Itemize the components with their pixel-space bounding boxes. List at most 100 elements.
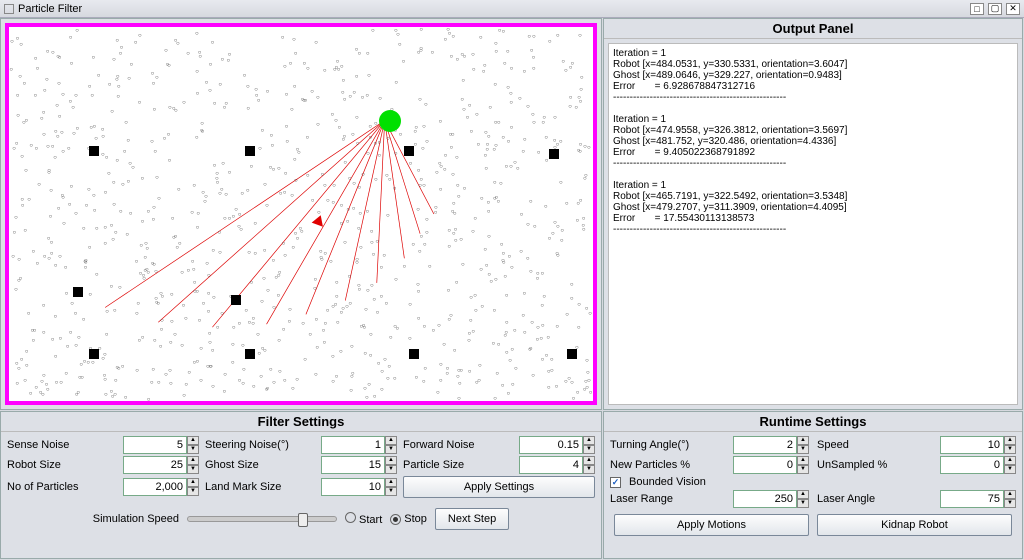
no-particles-input[interactable] — [123, 478, 187, 496]
particle: ○ — [577, 302, 581, 308]
particle: ○ — [246, 84, 250, 90]
spin-down-icon[interactable]: ▼ — [1004, 499, 1016, 508]
particle: ○ — [564, 68, 568, 74]
speed-input[interactable] — [940, 436, 1004, 454]
spin-down-icon[interactable]: ▼ — [797, 499, 809, 508]
particle: ○ — [587, 145, 591, 151]
particle: ○ — [355, 257, 359, 263]
laser-range-input[interactable] — [733, 490, 797, 508]
particle: ○ — [339, 221, 343, 227]
particle: ○ — [428, 264, 432, 270]
spin-down-icon[interactable]: ▼ — [797, 465, 809, 474]
particle: ○ — [500, 242, 504, 248]
forward-noise-input[interactable] — [519, 436, 583, 454]
particle: ○ — [527, 34, 531, 40]
sense-noise-input[interactable] — [123, 436, 187, 454]
particle: ○ — [118, 285, 122, 291]
particle: ○ — [502, 251, 506, 257]
particle: ○ — [18, 74, 22, 80]
particle: ○ — [25, 363, 29, 369]
particle: ○ — [447, 228, 451, 234]
particle: ○ — [166, 62, 170, 68]
particle: ○ — [282, 327, 286, 333]
particle: ○ — [447, 244, 451, 250]
particle: ○ — [246, 188, 250, 194]
particle: ○ — [119, 209, 123, 215]
particle: ○ — [112, 180, 116, 186]
particle: ○ — [396, 32, 400, 38]
spin-up-icon[interactable]: ▲ — [385, 478, 397, 487]
spin-down-icon[interactable]: ▼ — [187, 487, 199, 496]
spin-up-icon[interactable]: ▲ — [187, 436, 199, 445]
spin-up-icon[interactable]: ▲ — [1004, 490, 1016, 499]
slider-thumb[interactable] — [298, 513, 308, 527]
apply-settings-button[interactable]: Apply Settings — [403, 476, 595, 498]
particle: ○ — [311, 198, 315, 204]
spin-up-icon[interactable]: ▲ — [1004, 436, 1016, 445]
spin-down-icon[interactable]: ▼ — [385, 465, 397, 474]
spin-down-icon[interactable]: ▼ — [187, 465, 199, 474]
spin-up-icon[interactable]: ▲ — [583, 456, 595, 465]
spin-up-icon[interactable]: ▲ — [385, 456, 397, 465]
spin-down-icon[interactable]: ▼ — [187, 445, 199, 454]
particle: ○ — [532, 66, 536, 72]
particle: ○ — [529, 269, 533, 275]
spin-down-icon[interactable]: ▼ — [1004, 445, 1016, 454]
particle: ○ — [526, 256, 530, 262]
close-icon[interactable]: ✕ — [1006, 3, 1020, 15]
maximize-icon[interactable]: ▢ — [988, 3, 1002, 15]
spin-down-icon[interactable]: ▼ — [385, 445, 397, 454]
spin-up-icon[interactable]: ▲ — [797, 456, 809, 465]
particle: ○ — [110, 109, 114, 115]
spin-up-icon[interactable]: ▲ — [583, 436, 595, 445]
apply-motions-button[interactable]: Apply Motions — [614, 514, 809, 536]
spin-up-icon[interactable]: ▲ — [1004, 456, 1016, 465]
particle: ○ — [319, 255, 323, 261]
simulation-speed-slider[interactable] — [187, 516, 337, 522]
unsampled-input[interactable] — [940, 456, 1004, 474]
spin-down-icon[interactable]: ▼ — [583, 465, 595, 474]
spin-down-icon[interactable]: ▼ — [797, 445, 809, 454]
landmark-size-input[interactable] — [321, 478, 385, 496]
spin-down-icon[interactable]: ▼ — [583, 445, 595, 454]
minimize-icon[interactable]: □ — [970, 3, 984, 15]
spin-up-icon[interactable]: ▲ — [797, 490, 809, 499]
particle: ○ — [379, 294, 383, 300]
next-step-button[interactable]: Next Step — [435, 508, 509, 530]
particle: ○ — [191, 259, 195, 265]
particle: ○ — [424, 102, 428, 108]
particle: ○ — [357, 226, 361, 232]
simulation-canvas[interactable]: ○ ○ ○ ○ ○ ○ ○ ○ ○ ○ ○ ○ ○ ○ ○ ○ ○ ○ ○ ○ ○ ○ ○ ○ ○ ○ ○ ○ ○ ○ ○ ○ ○ ○ ○ ○ ○ ○ ○ ○… — [5, 23, 597, 405]
particle: ○ — [65, 291, 69, 297]
particle: ○ — [487, 209, 491, 215]
particle: ○ — [9, 67, 13, 73]
spin-up-icon[interactable]: ▲ — [797, 436, 809, 445]
particle: ○ — [69, 184, 73, 190]
steering-noise-input[interactable] — [321, 436, 385, 454]
particle-size-input[interactable] — [519, 456, 583, 474]
stop-radio[interactable] — [390, 514, 401, 525]
spin-up-icon[interactable]: ▲ — [187, 456, 199, 465]
particle: ○ — [14, 215, 18, 221]
spin-up-icon[interactable]: ▲ — [385, 436, 397, 445]
robot-size-input[interactable] — [123, 456, 187, 474]
stop-radio-label[interactable]: Stop — [390, 513, 427, 525]
particle: ○ — [548, 39, 552, 45]
new-particles-input[interactable] — [733, 456, 797, 474]
particle: ○ — [138, 100, 142, 106]
particle: ○ — [323, 251, 327, 257]
start-radio-label[interactable]: Start — [345, 512, 382, 526]
particle: ○ — [422, 379, 426, 385]
ghost-size-input[interactable] — [321, 456, 385, 474]
spin-down-icon[interactable]: ▼ — [1004, 465, 1016, 474]
turning-angle-input[interactable] — [733, 436, 797, 454]
kidnap-robot-button[interactable]: Kidnap Robot — [817, 514, 1012, 536]
start-radio[interactable] — [345, 512, 356, 523]
bounded-vision-checkbox[interactable] — [610, 477, 621, 488]
spin-down-icon[interactable]: ▼ — [385, 487, 397, 496]
laser-angle-input[interactable] — [940, 490, 1004, 508]
particle: ○ — [51, 337, 55, 343]
spin-up-icon[interactable]: ▲ — [187, 478, 199, 487]
particle: ○ — [46, 387, 50, 393]
particle: ○ — [553, 115, 557, 121]
